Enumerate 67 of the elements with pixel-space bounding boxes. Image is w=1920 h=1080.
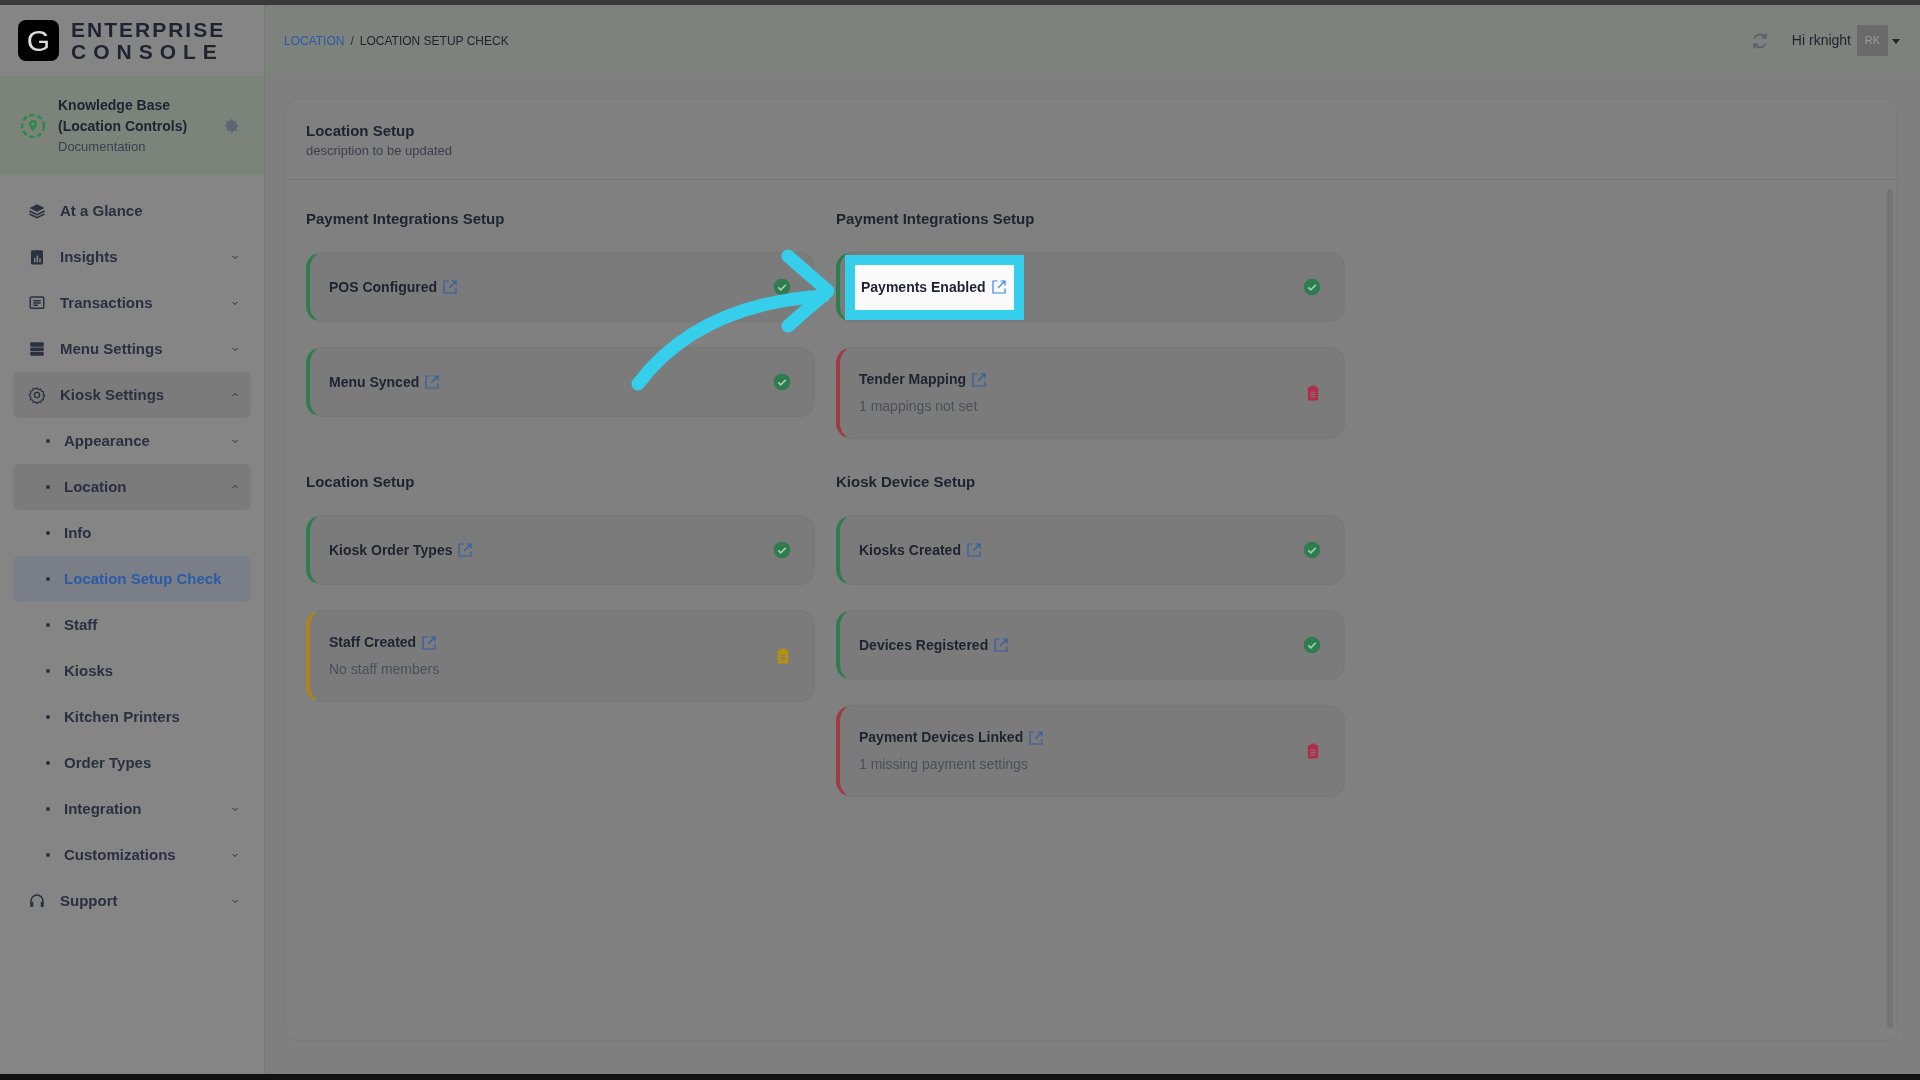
nav-item[interactable]: Integration: [13, 786, 251, 832]
nav-item[interactable]: Kiosks: [13, 648, 251, 694]
caret-icon[interactable]: [1891, 36, 1901, 45]
user-greeting[interactable]: Hi rknight: [1791, 30, 1851, 51]
server-icon: [28, 340, 46, 358]
report-icon: [28, 248, 46, 266]
check-title: Payment Devices Linked: [859, 728, 1024, 747]
bullet-icon: [46, 623, 50, 627]
external-link-icon[interactable]: [964, 541, 983, 559]
external-link-icon[interactable]: [456, 541, 475, 559]
section-heading: Payment Integrations Setup: [836, 209, 1036, 229]
bullet-icon: [46, 577, 50, 581]
check-title: Kiosk Order Types: [329, 540, 453, 560]
external-link-icon[interactable]: [1027, 728, 1046, 747]
external-link-icon[interactable]: [420, 633, 439, 652]
nav-item[interactable]: At a Glance: [13, 188, 251, 234]
nav-item[interactable]: Insights: [13, 234, 251, 280]
brand-name: ENTERPRISE: [71, 18, 226, 41]
external-link-icon[interactable]: [970, 370, 989, 389]
headset-icon: [28, 892, 46, 910]
check-title: Kiosks Created: [859, 540, 961, 560]
section-heading: Kiosk Device Setup: [836, 472, 977, 492]
nav-item[interactable]: Customizations: [13, 832, 251, 878]
check-title: Payments Enabled: [861, 277, 986, 297]
workspace-subtitle: Documentation: [58, 137, 147, 156]
nav-item[interactable]: Info: [13, 510, 251, 556]
bullet-icon: [46, 715, 50, 719]
bullet-icon: [46, 853, 50, 857]
check-title: Staff Created: [329, 633, 417, 652]
bullet-icon: [46, 531, 50, 535]
external-link-icon[interactable]: [992, 636, 1011, 654]
nav-item[interactable]: Transactions: [13, 280, 251, 326]
workspace-name: Knowledge Base (Location Controls): [58, 95, 189, 136]
breadcrumb-current: LOCATION SETUP CHECK: [359, 32, 509, 50]
check-title: Menu Synced: [329, 372, 420, 392]
section-heading: Payment Integrations Setup: [306, 209, 506, 229]
check-title: POS Configured: [329, 277, 438, 297]
bullet-icon: [46, 761, 50, 765]
layers-icon: [28, 202, 46, 220]
nav-item[interactable]: Order Types: [13, 740, 251, 786]
nav-item[interactable]: Staff: [13, 602, 251, 648]
nav-item[interactable]: Kiosk Settings: [13, 372, 251, 418]
nav-item[interactable]: Support: [13, 878, 251, 924]
bullet-icon: [46, 669, 50, 673]
workspace-header[interactable]: Knowledge Base (Location Controls) Documentation: [0, 76, 264, 175]
breadcrumb-separator: /: [350, 32, 354, 50]
receipt-icon: [28, 294, 46, 312]
section-heading: Location Setup: [306, 472, 416, 492]
location-pin-icon: [20, 112, 46, 139]
check-title: Tender Mapping: [859, 370, 967, 389]
panel-title: Location Setup: [306, 121, 416, 142]
brand-name: CONSOLE: [71, 40, 225, 63]
bullet-icon: [46, 439, 50, 443]
nav-item[interactable]: Kitchen Printers: [13, 694, 251, 740]
logo-icon: G: [18, 20, 59, 61]
check-title: Devices Registered: [859, 635, 989, 655]
external-link-icon[interactable]: [989, 278, 1008, 296]
panel-description: description to be updated: [306, 142, 453, 161]
nav-item[interactable]: Appearance: [13, 418, 251, 464]
bullet-icon: [46, 485, 50, 489]
external-link-icon[interactable]: [423, 373, 442, 391]
nav-item[interactable]: Location: [13, 464, 251, 510]
settings-icon[interactable]: [224, 117, 240, 134]
nav-item[interactable]: Menu Settings: [13, 326, 251, 372]
external-link-icon[interactable]: [441, 278, 460, 296]
gear-icon: [28, 386, 46, 404]
bullet-icon: [46, 807, 50, 811]
